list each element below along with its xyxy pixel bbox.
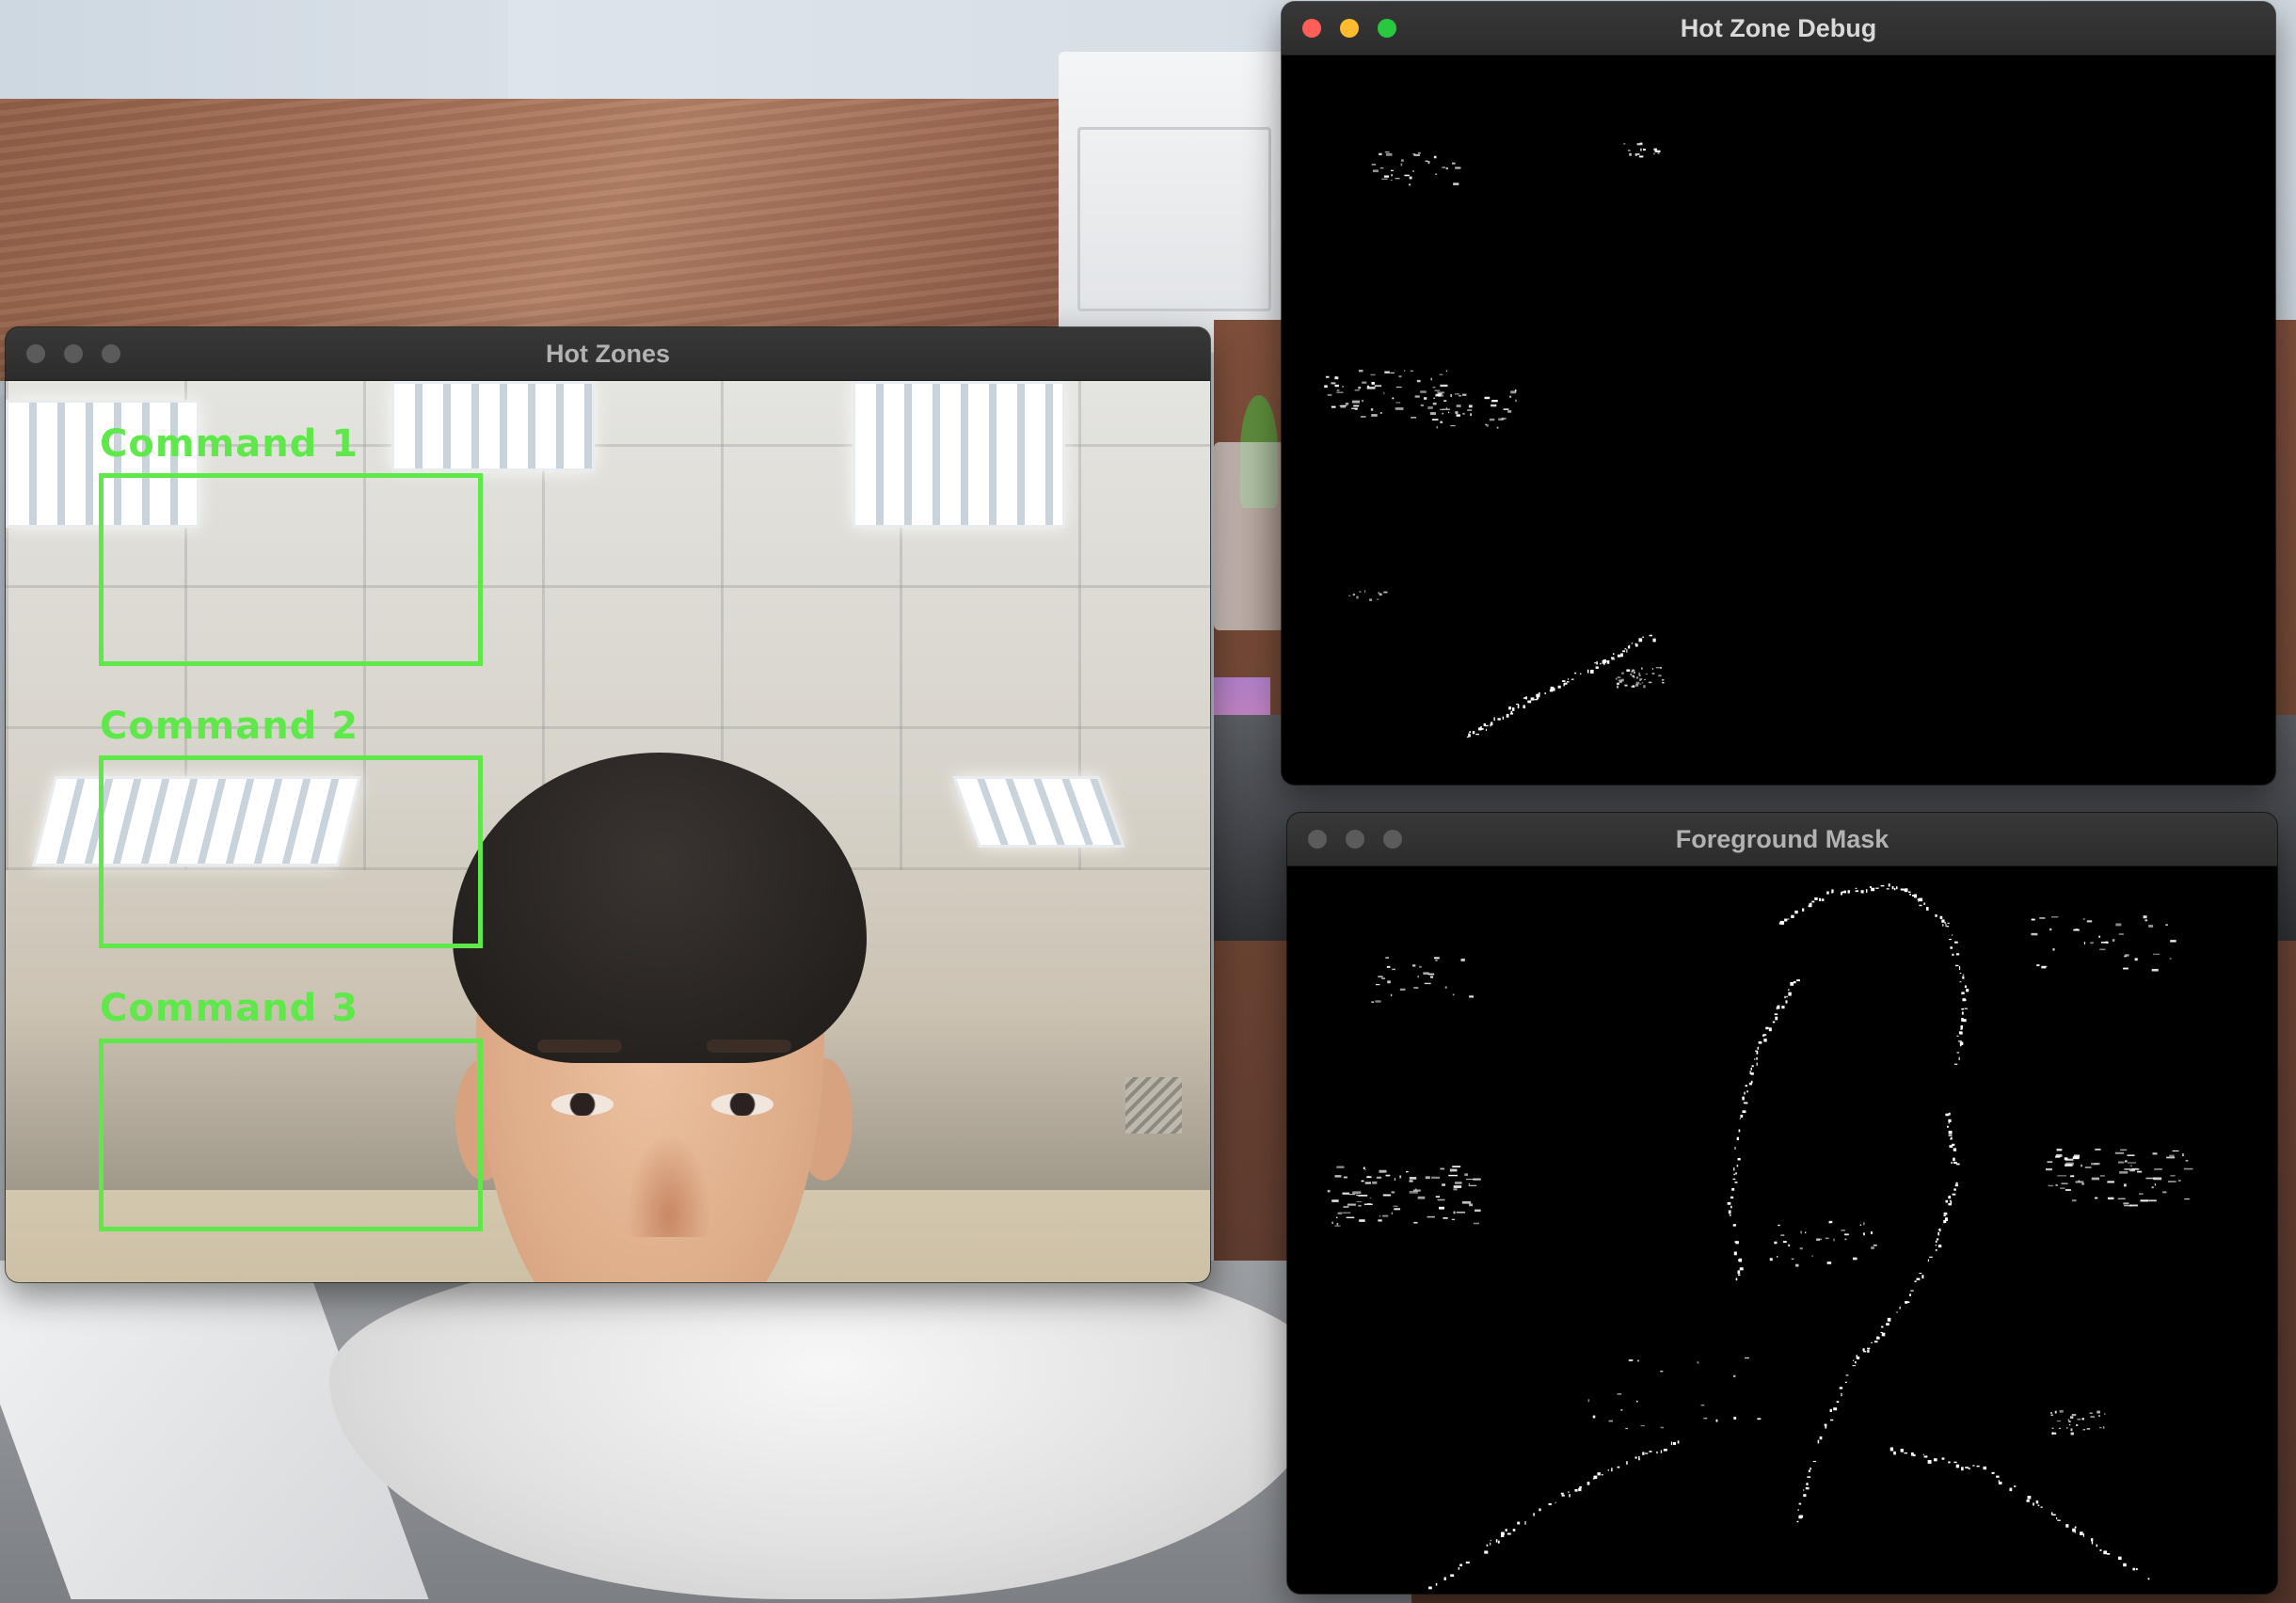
foreground-mask-window[interactable]: Foreground Mask <box>1287 813 2277 1594</box>
title-bar[interactable]: Hot Zone Debug <box>1282 2 2275 56</box>
camera-feed[interactable]: Command 1 Command 2 Command 3 <box>6 381 1210 1282</box>
hot-zones-window[interactable]: Hot Zones Command 1 Command 2 Command 3 <box>6 327 1210 1282</box>
hot-zone-command-1 <box>99 473 483 666</box>
background-cabinet <box>1059 52 1294 353</box>
zone-label-command-3: Command 3 <box>100 987 359 1030</box>
zone-label-command-1: Command 1 <box>100 422 359 466</box>
title-bar[interactable]: Hot Zones <box>6 327 1210 381</box>
window-title: Hot Zone Debug <box>1680 14 1877 42</box>
background-cup <box>1214 442 1284 630</box>
foreground-mask-image <box>1327 883 2193 1590</box>
hot-zone-command-3 <box>99 1039 483 1231</box>
hot-zone-debug-window[interactable]: Hot Zone Debug <box>1282 2 2275 785</box>
foreground-mask-view[interactable] <box>1287 866 2277 1594</box>
window-title: Hot Zones <box>546 340 670 368</box>
zone-label-command-2: Command 2 <box>100 705 359 748</box>
hot-zone-command-2 <box>99 755 483 948</box>
window-title: Foreground Mask <box>1675 825 1889 853</box>
title-bar[interactable]: Foreground Mask <box>1287 813 2277 866</box>
debug-mask-image <box>1324 142 1665 738</box>
debug-mask-view[interactable] <box>1282 56 2275 785</box>
